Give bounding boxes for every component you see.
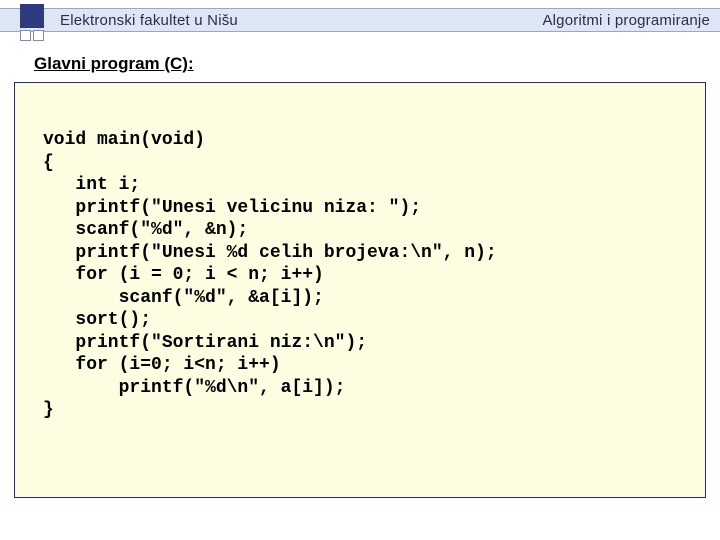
logo-square-icon: [20, 4, 44, 28]
header-right-text: Algoritmi i programiranje: [542, 12, 710, 29]
slide-header: Elektronski fakultet u Nišu Algoritmi i …: [0, 8, 720, 32]
section-title: Glavni program (C):: [34, 54, 194, 74]
code-block: void main(void) { int i; printf("Unesi v…: [43, 129, 695, 422]
code-container: void main(void) { int i; printf("Unesi v…: [14, 82, 706, 498]
slide: Elektronski fakultet u Nišu Algoritmi i …: [0, 0, 720, 540]
header-left-text: Elektronski fakultet u Nišu: [60, 12, 238, 29]
logo-bullet-icon: [33, 30, 44, 41]
logo-bullet-icon: [20, 30, 31, 41]
